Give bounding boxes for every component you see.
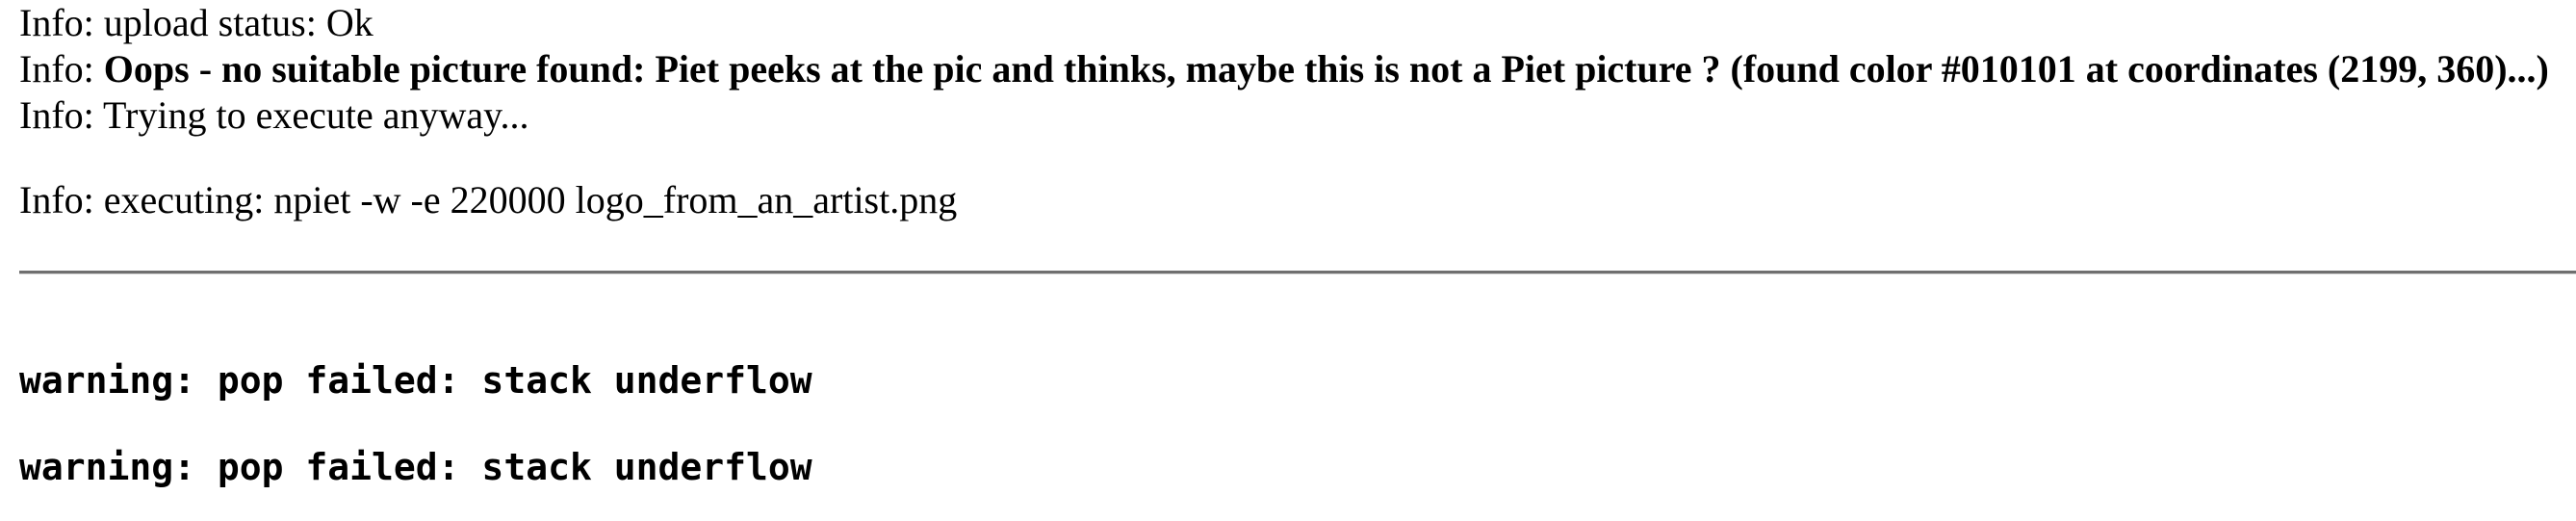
info-line-trying-execute: Info: Trying to execute anyway...: [19, 92, 2576, 139]
info-line-warning-message: Info: Oops - no suitable picture found: …: [19, 46, 2576, 92]
horizontal-divider: [19, 271, 2576, 274]
info-prefix: Info:: [19, 47, 104, 91]
log-area: Info: upload status: Ok Info: Oops - no …: [19, 0, 2576, 223]
info-line-executing: Info: executing: npiet -w -e 220000 logo…: [19, 177, 2576, 223]
info-text: Trying to execute anyway...: [103, 93, 529, 137]
info-prefix: Info:: [19, 93, 104, 137]
warning-line: warning: pop failed: stack underflow: [19, 359, 812, 402]
info-prefix: Info:: [19, 1, 104, 44]
info-text: upload status: Ok: [103, 1, 374, 44]
info-prefix: Info:: [19, 178, 104, 221]
info-text: executing: npiet -w -e 220000 logo_from_…: [103, 178, 958, 221]
program-output: warning: pop failed: stack underflow war…: [19, 358, 812, 489]
warning-line: warning: pop failed: stack underflow: [19, 446, 812, 488]
info-line-upload-status: Info: upload status: Ok: [19, 0, 2576, 46]
info-text-bold: Oops - no suitable picture found: Piet p…: [103, 47, 2549, 91]
